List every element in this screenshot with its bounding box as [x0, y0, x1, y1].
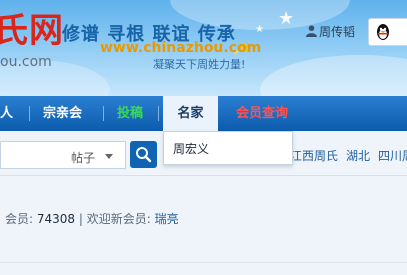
user-icon — [306, 25, 317, 37]
dropdown-item[interactable]: 周宏义 — [173, 140, 209, 157]
members-count: 74308 — [36, 212, 76, 226]
cloud-decoration — [260, 55, 407, 96]
site-tagline: 凝聚天下周姓力量! — [153, 58, 246, 71]
star-icon: ★ — [278, 8, 295, 29]
new-member-link[interactable]: 瑞亮 — [155, 212, 179, 226]
site-url: www.chinazhou.com — [100, 40, 262, 56]
main-nav: 人 宗亲会 投稿 名家 会员查询 — [0, 96, 407, 131]
tag-link[interactable]: 湖北 — [346, 149, 370, 163]
nav-divider — [158, 106, 159, 121]
hot-tags: 江西周氏湖北四川周 — [290, 147, 407, 164]
welcome-label: 欢迎新会员: — [86, 212, 151, 226]
tag-link[interactable]: 四川周 — [378, 149, 407, 163]
tag-link[interactable]: 江西周氏 — [290, 149, 338, 163]
chevron-down-icon[interactable] — [105, 154, 113, 159]
nav-dropdown-menu: 周宏义 — [163, 131, 293, 165]
site-header: ★ ★ ★ ★ 氏网 ou.com 修谱 寻根 联谊 传承 www.chinaz… — [0, 0, 407, 96]
members-label: 会员: — [5, 212, 34, 226]
nav-item-people[interactable]: 人 — [0, 96, 14, 131]
nav-item-famous-people[interactable]: 名家 — [163, 96, 218, 131]
logo-domain: ou.com — [0, 54, 52, 70]
penguin-icon — [377, 24, 389, 40]
site-logo[interactable]: 氏网 — [0, 14, 64, 48]
section-divider — [0, 262, 407, 263]
nav-item-submit[interactable]: 投稿 — [117, 96, 143, 131]
username-link[interactable]: 周传韬 — [319, 23, 355, 40]
nav-divider — [29, 106, 30, 121]
search-button[interactable] — [130, 141, 157, 168]
nav-divider — [103, 106, 104, 121]
section-divider — [0, 175, 407, 176]
member-stats: 会员: 74308 | 欢迎新会员: 瑞亮 — [5, 210, 179, 227]
search-icon — [136, 147, 152, 163]
search-type-select[interactable]: 帖子 — [71, 149, 95, 166]
stats-separator: | — [78, 212, 83, 226]
search-input[interactable]: 帖子 — [0, 141, 126, 169]
qq-login-button[interactable] — [368, 18, 407, 46]
nav-item-clan-association[interactable]: 宗亲会 — [43, 96, 82, 131]
star-icon: ★ — [255, 24, 264, 35]
nav-item-member-search[interactable]: 会员查询 — [236, 96, 288, 131]
